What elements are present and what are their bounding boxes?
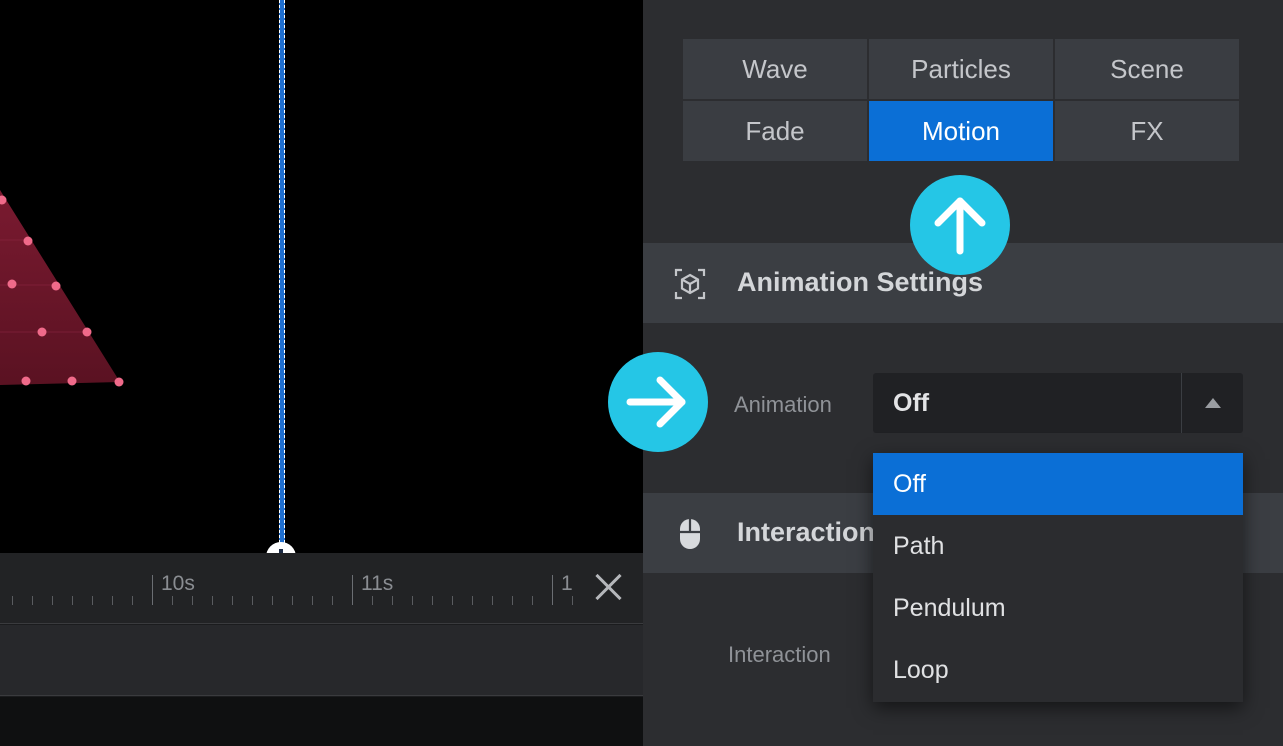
- tick-label: 1: [561, 572, 573, 595]
- option-path[interactable]: Path: [873, 515, 1243, 577]
- cube-icon: [674, 268, 706, 300]
- tab-fx[interactable]: FX: [1055, 101, 1239, 161]
- dropdown-toggle[interactable]: [1181, 373, 1243, 433]
- tick-label: 11s: [361, 572, 394, 595]
- mouse-icon: [680, 519, 700, 549]
- timeline-track[interactable]: [0, 697, 643, 746]
- playhead-line[interactable]: [279, 0, 285, 553]
- option-loop[interactable]: Loop: [873, 639, 1243, 701]
- option-pendulum[interactable]: Pendulum: [873, 577, 1243, 639]
- chevron-up-icon: [1205, 398, 1221, 408]
- animation-dropdown-menu: Off Path Pendulum Loop: [873, 453, 1243, 702]
- animation-label: Animation: [734, 392, 832, 417]
- tab-motion[interactable]: Motion: [869, 101, 1053, 161]
- stage-canvas[interactable]: [0, 0, 643, 553]
- timeline: 10s 11s 1: [0, 553, 643, 746]
- callout-right: [608, 352, 708, 452]
- effect-tabs: Wave Particles Scene Fade Motion FX: [683, 39, 1239, 161]
- settings-panel: Wave Particles Scene Fade Motion FX Anim…: [643, 0, 1283, 746]
- timeline-track[interactable]: [0, 625, 643, 696]
- animation-select-value: Off: [893, 389, 930, 417]
- arrow-up-icon: [934, 197, 986, 255]
- option-off[interactable]: Off: [873, 453, 1243, 515]
- section-title: Interaction: [737, 517, 876, 547]
- callout-up: [910, 175, 1010, 275]
- close-icon[interactable]: [591, 570, 625, 604]
- interaction-label: Interaction: [728, 642, 831, 667]
- animation-select[interactable]: Off: [873, 373, 1243, 433]
- tab-wave[interactable]: Wave: [683, 39, 867, 99]
- particle-triangle: [0, 190, 124, 387]
- arrow-right-icon: [626, 376, 686, 428]
- tab-scene[interactable]: Scene: [1055, 39, 1239, 99]
- timeline-ruler[interactable]: 10s 11s 1: [0, 553, 643, 624]
- tab-particles[interactable]: Particles: [869, 39, 1053, 99]
- tick-label: 10s: [161, 572, 195, 595]
- tab-fade[interactable]: Fade: [683, 101, 867, 161]
